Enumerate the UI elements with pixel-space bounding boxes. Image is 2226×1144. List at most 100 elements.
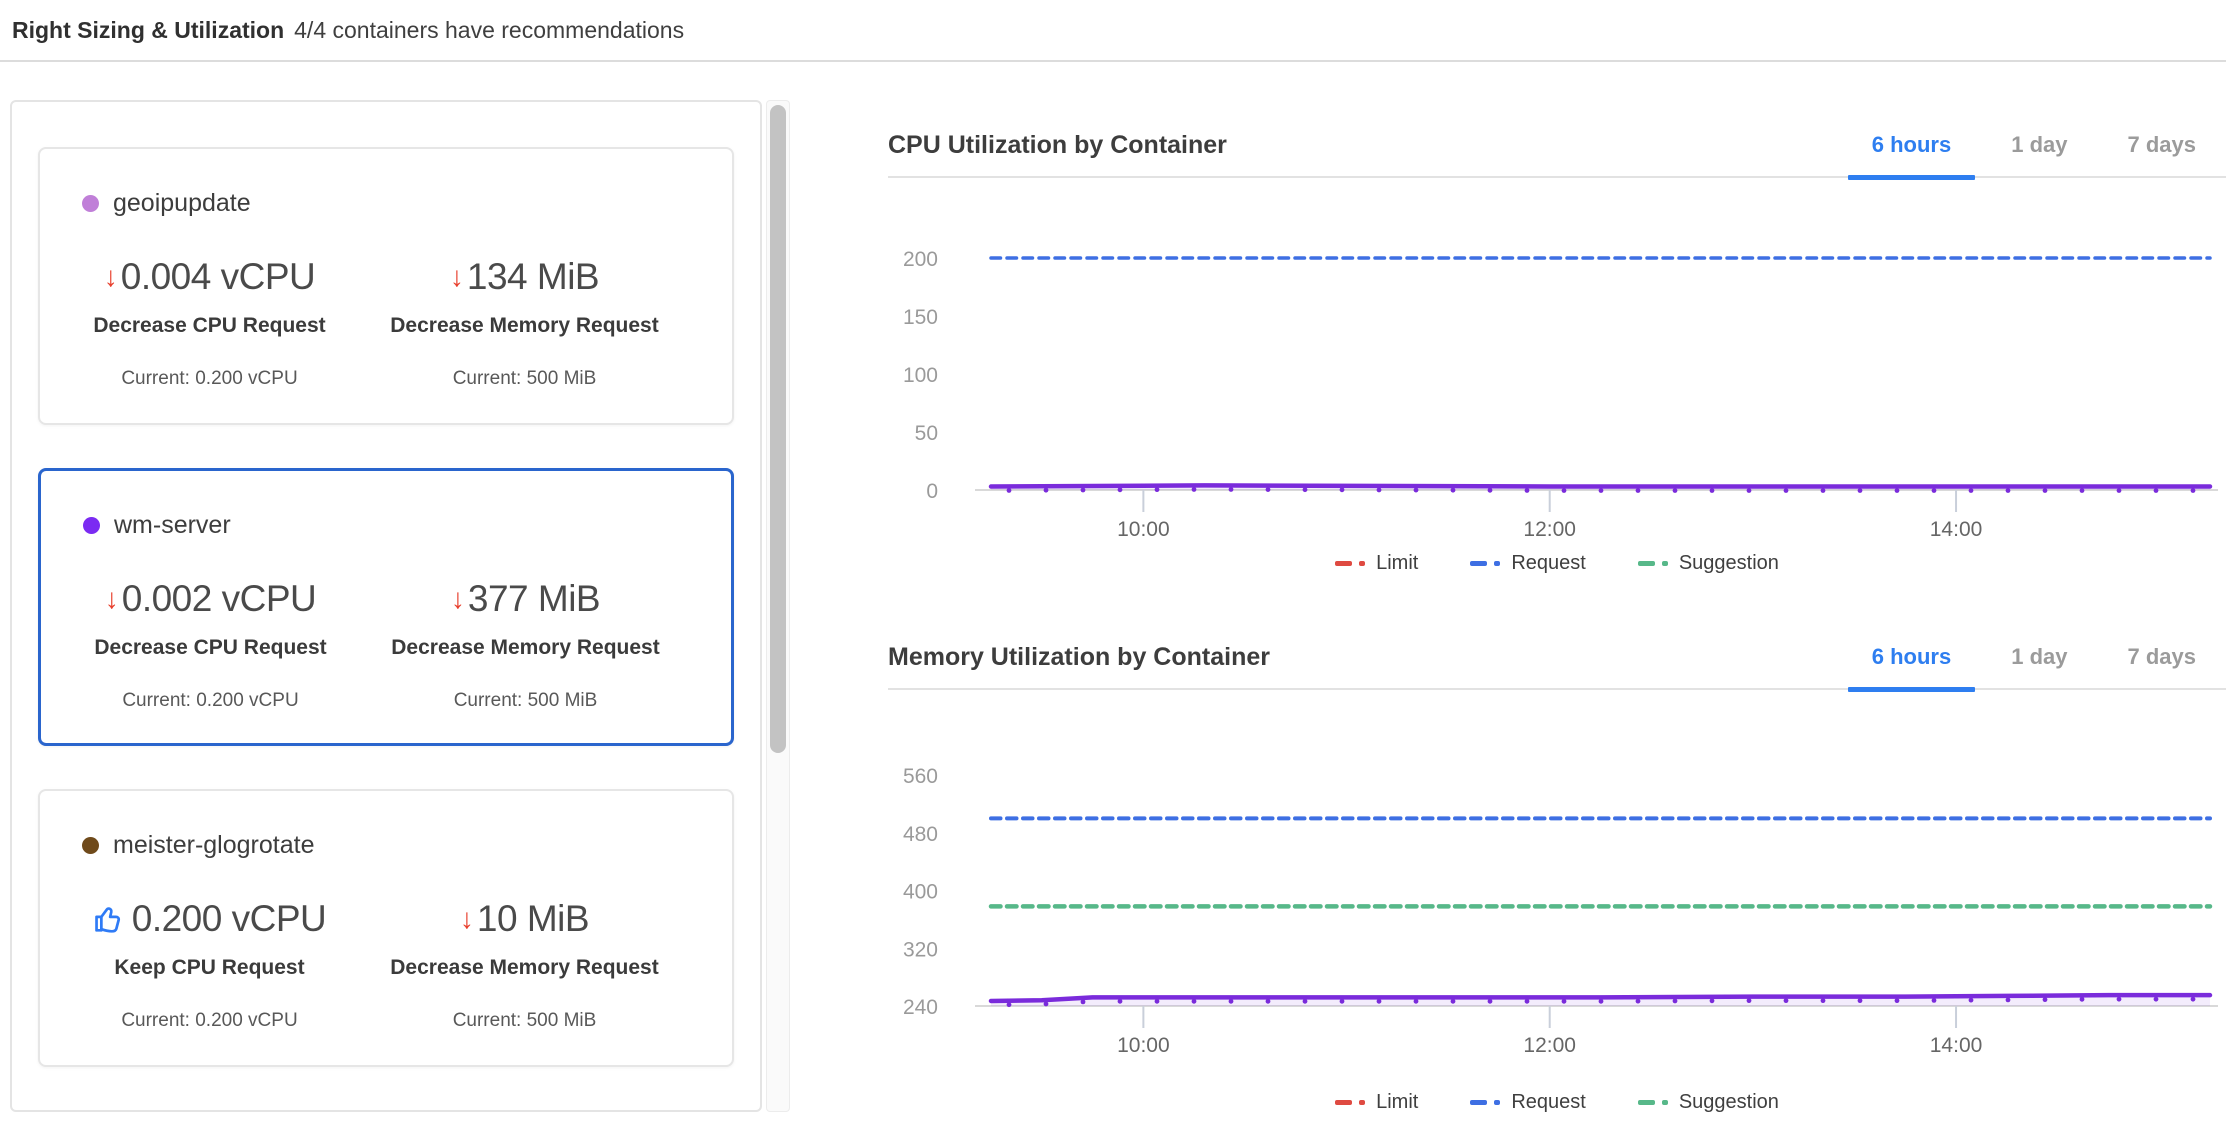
cpu-utilization-chart: 0 50 100 150 200 10:00 12:00 14:00 [888,178,2226,548]
cpu-chart-title: CPU Utilization by Container [888,131,1842,160]
memory-action-label: Decrease Memory Request [391,636,659,660]
tab-7-days[interactable]: 7 days [2098,113,2226,177]
arrow-down-icon: ↓ [460,905,474,933]
arrow-down-icon: ↓ [450,263,464,291]
svg-text:12:00: 12:00 [1523,1034,1576,1057]
request-dash-icon [1470,561,1487,566]
container-name: geoipupdate [113,189,251,218]
memory-chart-header: Memory Utilization by Container 6 hours … [888,626,2226,690]
card-header: geoipupdate [82,189,732,218]
memory-recommendation: ↓ 10 MiB Decrease Memory Request Current… [357,898,692,1032]
memory-recommended-value: 377 MiB [468,578,600,620]
suggestion-dot-icon [1662,1100,1668,1105]
request-dot-icon [1494,1100,1500,1105]
limit-dot-icon [1359,1100,1365,1105]
container-color-dot [82,837,99,854]
svg-text:320: 320 [903,938,938,961]
container-color-dot [82,195,99,212]
limit-dot-icon [1359,561,1365,566]
legend-item-request[interactable]: Request [1470,552,1586,575]
page-header: Right Sizing & Utilization 4/4 container… [0,0,2226,62]
cpu-chart-block: CPU Utilization by Container 6 hours 1 d… [888,114,2226,578]
svg-text:200: 200 [903,248,938,271]
memory-current-value: Current: 500 MiB [454,690,598,712]
cpu-recommended-value: 0.200 vCPU [132,898,327,940]
arrow-down-icon: ↓ [104,263,118,291]
memory-chart-title: Memory Utilization by Container [888,643,1842,672]
cpu-action-label: Decrease CPU Request [93,314,325,338]
svg-text:480: 480 [903,823,938,846]
tab-6-hours[interactable]: 6 hours [1842,113,1981,177]
container-card-meister-glogrotate[interactable]: meister-glogrotate 0.200 vCPU Keep CPU R… [38,789,734,1067]
charts-column: CPU Utilization by Container 6 hours 1 d… [888,114,2226,1117]
legend-label: Suggestion [1679,1091,1779,1114]
arrow-down-icon: ↓ [451,585,465,613]
limit-dash-icon [1335,561,1352,566]
container-name: wm-server [114,511,231,540]
svg-text:50: 50 [915,422,938,445]
memory-chart-block: Memory Utilization by Container 6 hours … [888,626,2226,1117]
cpu-recommendation: ↓ 0.002 vCPU Decrease CPU Request Curren… [63,578,358,712]
request-dot-icon [1494,561,1500,566]
card-metrics: 0.200 vCPU Keep CPU Request Current: 0.2… [62,898,732,1032]
legend-item-limit[interactable]: Limit [1335,1091,1418,1114]
tab-1-day[interactable]: 1 day [1981,113,2097,177]
tab-7-days[interactable]: 7 days [2098,625,2226,689]
svg-text:10:00: 10:00 [1117,518,1170,541]
page-subtitle: 4/4 containers have recommendations [294,17,684,44]
cpu-recommendation: 0.200 vCPU Keep CPU Request Current: 0.2… [62,898,357,1032]
legend-item-limit[interactable]: Limit [1335,552,1418,575]
cpu-chart-header: CPU Utilization by Container 6 hours 1 d… [888,114,2226,178]
svg-text:240: 240 [903,996,938,1019]
scrollbar-thumb[interactable] [770,105,786,753]
legend-label: Limit [1376,552,1418,575]
thumbs-up-icon [93,902,127,936]
svg-text:10:00: 10:00 [1117,1034,1170,1057]
container-name: meister-glogrotate [113,831,314,860]
memory-recommendation: ↓ 134 MiB Decrease Memory Request Curren… [357,256,692,390]
cpu-current-value: Current: 0.200 vCPU [122,690,298,712]
container-card-partial[interactable] [38,1110,734,1112]
svg-text:14:00: 14:00 [1930,518,1983,541]
container-card-geoipupdate[interactable]: geoipupdate ↓ 0.004 vCPU Decrease CPU Re… [38,147,734,425]
memory-recommendation: ↓ 377 MiB Decrease Memory Request Curren… [358,578,693,712]
svg-text:100: 100 [903,364,938,387]
cpu-current-value: Current: 0.200 vCPU [121,368,297,390]
legend-item-suggestion[interactable]: Suggestion [1638,552,1779,575]
suggestion-dash-icon [1638,561,1655,566]
card-metrics: ↓ 0.002 vCPU Decrease CPU Request Curren… [63,578,731,712]
legend-label: Request [1511,1091,1586,1114]
legend-item-suggestion[interactable]: Suggestion [1638,1091,1779,1114]
memory-utilization-chart: 240 320 400 480 560 10:00 12:00 14:00 [888,690,2226,1071]
cpu-recommended-value: 0.002 vCPU [122,578,317,620]
cpu-chart-legend: Limit Request Suggestion [888,548,2226,578]
container-color-dot [83,517,100,534]
memory-action-label: Decrease Memory Request [390,314,658,338]
cpu-action-label: Decrease CPU Request [94,636,326,660]
svg-text:0: 0 [926,480,938,503]
suggestion-dash-icon [1638,1100,1655,1105]
cpu-action-label: Keep CPU Request [114,956,304,980]
svg-text:150: 150 [903,306,938,329]
svg-text:12:00: 12:00 [1523,518,1576,541]
scrollbar-track[interactable] [766,100,790,1112]
page-title: Right Sizing & Utilization [12,17,284,44]
memory-chart-legend: Limit Request Suggestion [888,1087,2226,1117]
card-metrics: ↓ 0.004 vCPU Decrease CPU Request Curren… [62,256,732,390]
legend-label: Request [1511,552,1586,575]
cpu-recommended-value: 0.004 vCPU [121,256,316,298]
tab-6-hours[interactable]: 6 hours [1842,625,1981,689]
svg-text:400: 400 [903,881,938,904]
svg-text:560: 560 [903,765,938,788]
container-card-wm-server[interactable]: wm-server ↓ 0.002 vCPU Decrease CPU Requ… [38,468,734,746]
memory-current-value: Current: 500 MiB [453,1010,597,1032]
memory-current-value: Current: 500 MiB [453,368,597,390]
legend-item-request[interactable]: Request [1470,1091,1586,1114]
limit-dash-icon [1335,1100,1352,1105]
legend-label: Suggestion [1679,552,1779,575]
cpu-recommendation: ↓ 0.004 vCPU Decrease CPU Request Curren… [62,256,357,390]
suggestion-dot-icon [1662,561,1668,566]
tab-1-day[interactable]: 1 day [1981,625,2097,689]
svg-text:14:00: 14:00 [1930,1034,1983,1057]
request-dash-icon [1470,1100,1487,1105]
